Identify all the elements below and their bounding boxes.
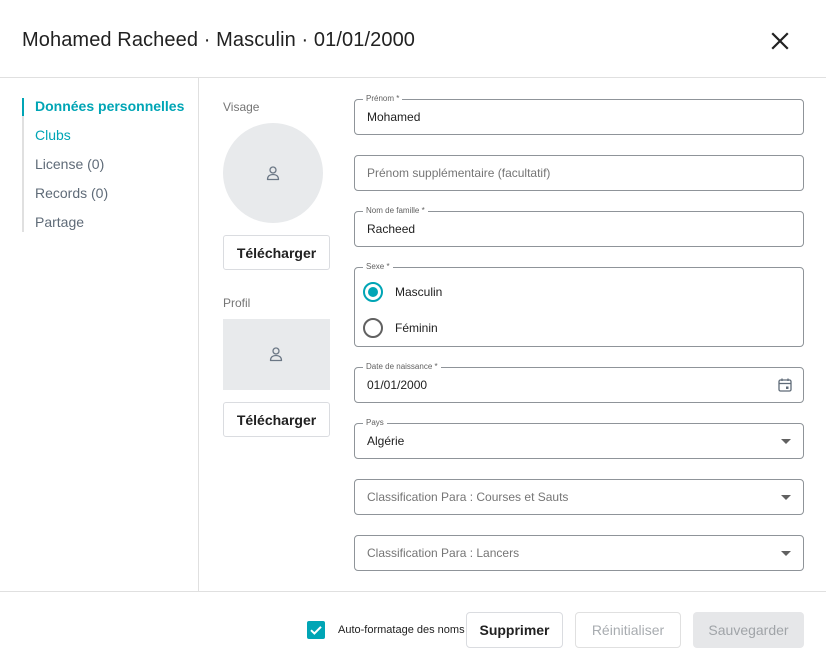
birth-date-label: Date de naissance * bbox=[363, 361, 441, 373]
radio-button-unchecked[interactable] bbox=[363, 318, 383, 338]
autoformat-label: Auto-formatage des noms bbox=[338, 624, 465, 636]
dialog-header: Mohamed Racheed · Masculin · 01/01/2000 bbox=[0, 0, 826, 78]
vertical-divider bbox=[198, 78, 199, 591]
nav-active-indicator bbox=[22, 98, 24, 116]
radio-button-checked[interactable] bbox=[363, 282, 383, 302]
last-name-field[interactable]: Nom de famille * Racheed bbox=[354, 205, 804, 247]
nav-item-clubs[interactable]: Clubs bbox=[35, 127, 71, 143]
sex-label: Sexe * bbox=[363, 261, 393, 273]
first-name-value: Mohamed bbox=[367, 110, 421, 124]
person-icon bbox=[266, 166, 280, 181]
side-nav: Données personnelles Clubs License (0) R… bbox=[22, 98, 192, 232]
face-photo-label: Visage bbox=[223, 100, 260, 114]
save-button[interactable]: Sauvegarder bbox=[693, 612, 804, 648]
autoformat-checkbox[interactable] bbox=[307, 621, 325, 639]
dialog-title: Mohamed Racheed · Masculin · 01/01/2000 bbox=[22, 29, 416, 51]
extra-first-name-placeholder: Prénom supplémentaire (facultatif) bbox=[367, 166, 551, 180]
chevron-down-icon bbox=[781, 495, 791, 500]
country-select[interactable]: Pays Algérie bbox=[354, 417, 804, 459]
profile-photo-label: Profil bbox=[223, 296, 251, 310]
last-name-label: Nom de famille * bbox=[363, 205, 428, 217]
first-name-field[interactable]: Prénom * Mohamed bbox=[354, 93, 804, 135]
calendar-icon[interactable] bbox=[777, 377, 793, 393]
radio-masculin-label: Masculin bbox=[395, 285, 443, 299]
radio-feminin[interactable]: Féminin bbox=[363, 316, 438, 340]
last-name-value: Racheed bbox=[367, 222, 416, 236]
para-running-placeholder: Classification Para : Courses et Sauts bbox=[367, 490, 569, 504]
check-icon bbox=[310, 626, 322, 635]
nav-item-partage[interactable]: Partage bbox=[35, 214, 84, 230]
delete-button[interactable]: Supprimer bbox=[466, 612, 563, 648]
country-label: Pays bbox=[363, 417, 387, 429]
reset-button[interactable]: Réinitialiser bbox=[575, 612, 681, 648]
chevron-down-icon bbox=[781, 551, 791, 556]
close-button[interactable] bbox=[766, 27, 794, 55]
profile-photo-placeholder bbox=[223, 319, 330, 390]
first-name-label: Prénom * bbox=[363, 93, 403, 105]
nav-item-license[interactable]: License (0) bbox=[35, 156, 104, 172]
birth-date-value: 01/01/2000 bbox=[367, 378, 428, 392]
sex-radio-group: Sexe * Masculin Féminin bbox=[354, 261, 804, 347]
nav-item-records[interactable]: Records (0) bbox=[35, 185, 108, 201]
nav-item-donnees-personnelles[interactable]: Données personnelles bbox=[35, 98, 184, 114]
upload-face-button[interactable]: Télécharger bbox=[223, 235, 330, 270]
para-throws-placeholder: Classification Para : Lancers bbox=[367, 546, 520, 560]
upload-profile-button[interactable]: Télécharger bbox=[223, 402, 330, 437]
radio-feminin-label: Féminin bbox=[395, 321, 438, 335]
person-icon bbox=[269, 347, 283, 362]
para-running-select[interactable]: Classification Para : Courses et Sauts bbox=[354, 479, 804, 515]
country-value: Algérie bbox=[367, 434, 405, 448]
close-icon bbox=[771, 32, 789, 50]
chevron-down-icon bbox=[781, 439, 791, 444]
radio-masculin[interactable]: Masculin bbox=[363, 280, 442, 304]
face-photo-placeholder bbox=[223, 123, 323, 223]
birth-date-field[interactable]: Date de naissance * 01/01/2000 bbox=[354, 361, 804, 403]
para-throws-select[interactable]: Classification Para : Lancers bbox=[354, 535, 804, 571]
extra-first-name-field[interactable]: Prénom supplémentaire (facultatif) bbox=[354, 155, 804, 191]
